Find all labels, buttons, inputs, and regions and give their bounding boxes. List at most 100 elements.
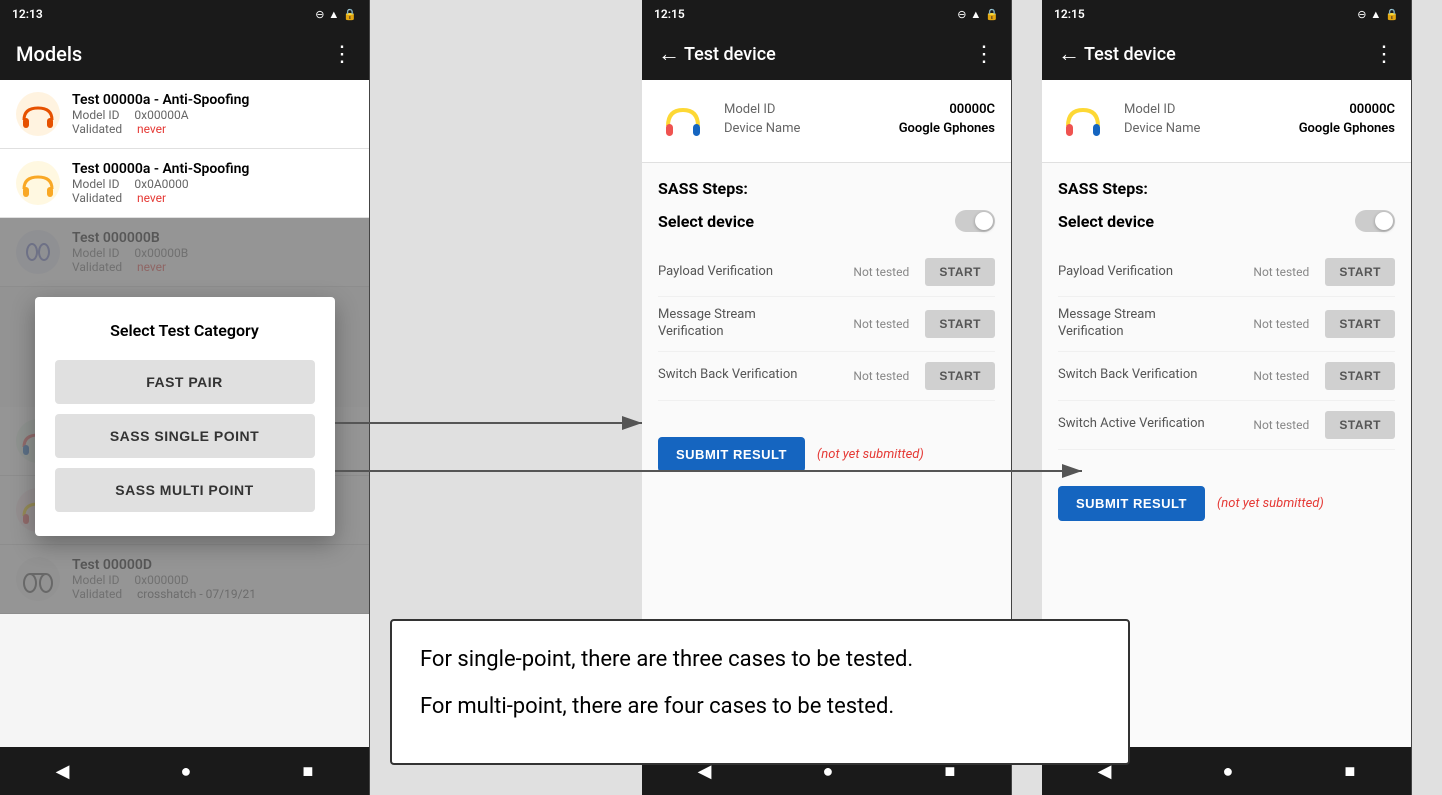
status-bar-1: 12:13 ⊖ ▲ 🔒 [0,0,369,28]
test-row-3-2: Switch Back Verification Not tested STAR… [1058,352,1395,401]
annotation-line1: For single-point, there are three cases … [420,645,1100,676]
test-status-2-0: Not tested [853,265,913,279]
wifi-icon: ▲ [328,8,339,21]
toggle-knob-2 [975,212,993,230]
test-status-3-2: Not tested [1253,369,1313,383]
device-logo-2 [658,96,708,146]
avatar-2 [16,161,60,205]
model-validated-2: Validated never [72,191,353,205]
home-nav-3[interactable]: ● [1207,753,1250,790]
fast-pair-button[interactable]: FAST PAIR [55,360,315,404]
start-btn-3-0[interactable]: START [1325,258,1395,286]
select-device-row-2: Select device [658,210,995,232]
start-btn-3-2[interactable]: START [1325,362,1395,390]
not-submitted-3: (not yet submitted) [1217,496,1324,511]
test-label-3-3: Switch Active Verification [1058,416,1241,433]
device-name-row-3: Device Name Google Gphones [1124,121,1395,136]
submit-btn-3[interactable]: SUBMIT RESULT [1058,486,1205,521]
device-name-label-2: Device Name [724,121,800,136]
select-device-label-2: Select device [658,212,754,231]
menu-icon-1[interactable]: ⋮ [331,42,353,67]
device-header-3: Model ID 00000C Device Name Google Gphon… [1042,80,1411,163]
model-id-label-3: Model ID [1124,102,1175,117]
menu-icon-3[interactable]: ⋮ [1373,42,1395,67]
phone1: 12:13 ⊖ ▲ 🔒 Models ⋮ [0,0,370,795]
toggle-knob-3 [1375,212,1393,230]
status-icons-1: ⊖ ▲ 🔒 [315,8,357,21]
back-icon-2[interactable]: ← [658,41,680,67]
start-btn-3-1[interactable]: START [1325,310,1395,338]
app-bar-1: Models ⋮ [0,28,369,80]
model-item-1[interactable]: Test 00000a - Anti-Spoofing Model ID 0x0… [0,80,369,149]
test-status-2-1: Not tested [853,317,913,331]
toggle-2[interactable] [955,210,995,232]
test-status-2-2: Not tested [853,369,913,383]
modal-box: Select Test Category FAST PAIR SASS SING… [35,297,335,536]
status-bar-2: 12:15 ⊖ ▲ 🔒 [642,0,1011,28]
wifi-icon-2: ▲ [970,8,981,21]
app-bar-3: ← Test device ⋮ [1042,28,1411,80]
menu-icon-2[interactable]: ⋮ [973,42,995,67]
battery-icon-2: 🔒 [985,8,999,21]
avatar-1 [16,92,60,136]
wifi-icon-3: ▲ [1370,8,1381,21]
start-btn-2-1[interactable]: START [925,310,995,338]
device-info-2: Model ID 00000C Device Name Google Gphon… [724,102,995,140]
recents-nav-1[interactable]: ■ [287,753,330,790]
test-label-3-1: Message StreamVerification [1058,307,1241,341]
model-info-1: Test 00000a - Anti-Spoofing Model ID 0x0… [72,92,353,136]
sim-icon-2: ⊖ [957,8,966,21]
toggle-3[interactable] [1355,210,1395,232]
select-device-row-3: Select device [1058,210,1395,232]
test-row-2-0: Payload Verification Not tested START [658,248,995,297]
home-nav-1[interactable]: ● [165,753,208,790]
test-label-2-0: Payload Verification [658,264,841,281]
start-btn-2-0[interactable]: START [925,258,995,286]
models-list: Test 00000a - Anti-Spoofing Model ID 0x0… [0,80,369,747]
device-name-value-3: Google Gphones [1299,121,1395,136]
annotation-box: For single-point, there are three cases … [390,619,1130,765]
test-device-title-2: Test device [684,44,973,65]
device-logo-3 [1058,96,1108,146]
app-bar-2: ← Test device ⋮ [642,28,1011,80]
submit-row-2: SUBMIT RESULT (not yet submitted) [642,417,1011,492]
test-row-3-1: Message StreamVerification Not tested ST… [1058,297,1395,352]
time-3: 12:15 [1054,7,1085,21]
sim-icon: ⊖ [315,8,324,21]
modal-title: Select Test Category [55,321,315,340]
sass-title-2: SASS Steps: [658,179,995,198]
sass-single-point-button[interactable]: SASS SINGLE POINT [55,414,315,458]
model-sub-1: Model ID 0x00000A [72,108,353,122]
submit-btn-2[interactable]: SUBMIT RESULT [658,437,805,472]
start-btn-3-3[interactable]: START [1325,411,1395,439]
test-device-title-3: Test device [1084,44,1373,65]
start-btn-2-2[interactable]: START [925,362,995,390]
test-label-3-0: Payload Verification [1058,264,1241,281]
status-icons-2: ⊖ ▲ 🔒 [957,8,999,21]
time-2: 12:15 [654,7,685,21]
model-sub-2: Model ID 0x0A0000 [72,177,353,191]
test-row-2-2: Switch Back Verification Not tested STAR… [658,352,995,401]
back-nav-1[interactable]: ◀ [40,753,86,790]
sass-multi-point-button[interactable]: SASS MULTI POINT [55,468,315,512]
not-submitted-2: (not yet submitted) [817,447,924,462]
submit-row-3: SUBMIT RESULT (not yet submitted) [1042,466,1411,541]
device-info-3: Model ID 00000C Device Name Google Gphon… [1124,102,1395,140]
back-icon-3[interactable]: ← [1058,41,1080,67]
model-name-1: Test 00000a - Anti-Spoofing [72,92,353,108]
model-id-value-2: 00000C [949,102,995,117]
model-id-row-2: Model ID 00000C [724,102,995,117]
model-id-value-3: 00000C [1349,102,1395,117]
sass-section-2: SASS Steps: Select device Payload Verifi… [642,163,1011,417]
model-name-2: Test 00000a - Anti-Spoofing [72,161,353,177]
battery-icon: 🔒 [343,8,357,21]
status-bar-3: 12:15 ⊖ ▲ 🔒 [1042,0,1411,28]
sim-icon-3: ⊖ [1357,8,1366,21]
device-name-row-2: Device Name Google Gphones [724,121,995,136]
sass-section-3: SASS Steps: Select device Payload Verifi… [1042,163,1411,466]
modal-overlay: Select Test Category FAST PAIR SASS SING… [0,218,369,614]
model-item-2[interactable]: Test 00000a - Anti-Spoofing Model ID 0x0… [0,149,369,218]
test-row-3-3: Switch Active Verification Not tested ST… [1058,401,1395,450]
recents-nav-3[interactable]: ■ [1329,753,1372,790]
test-status-3-1: Not tested [1253,317,1313,331]
